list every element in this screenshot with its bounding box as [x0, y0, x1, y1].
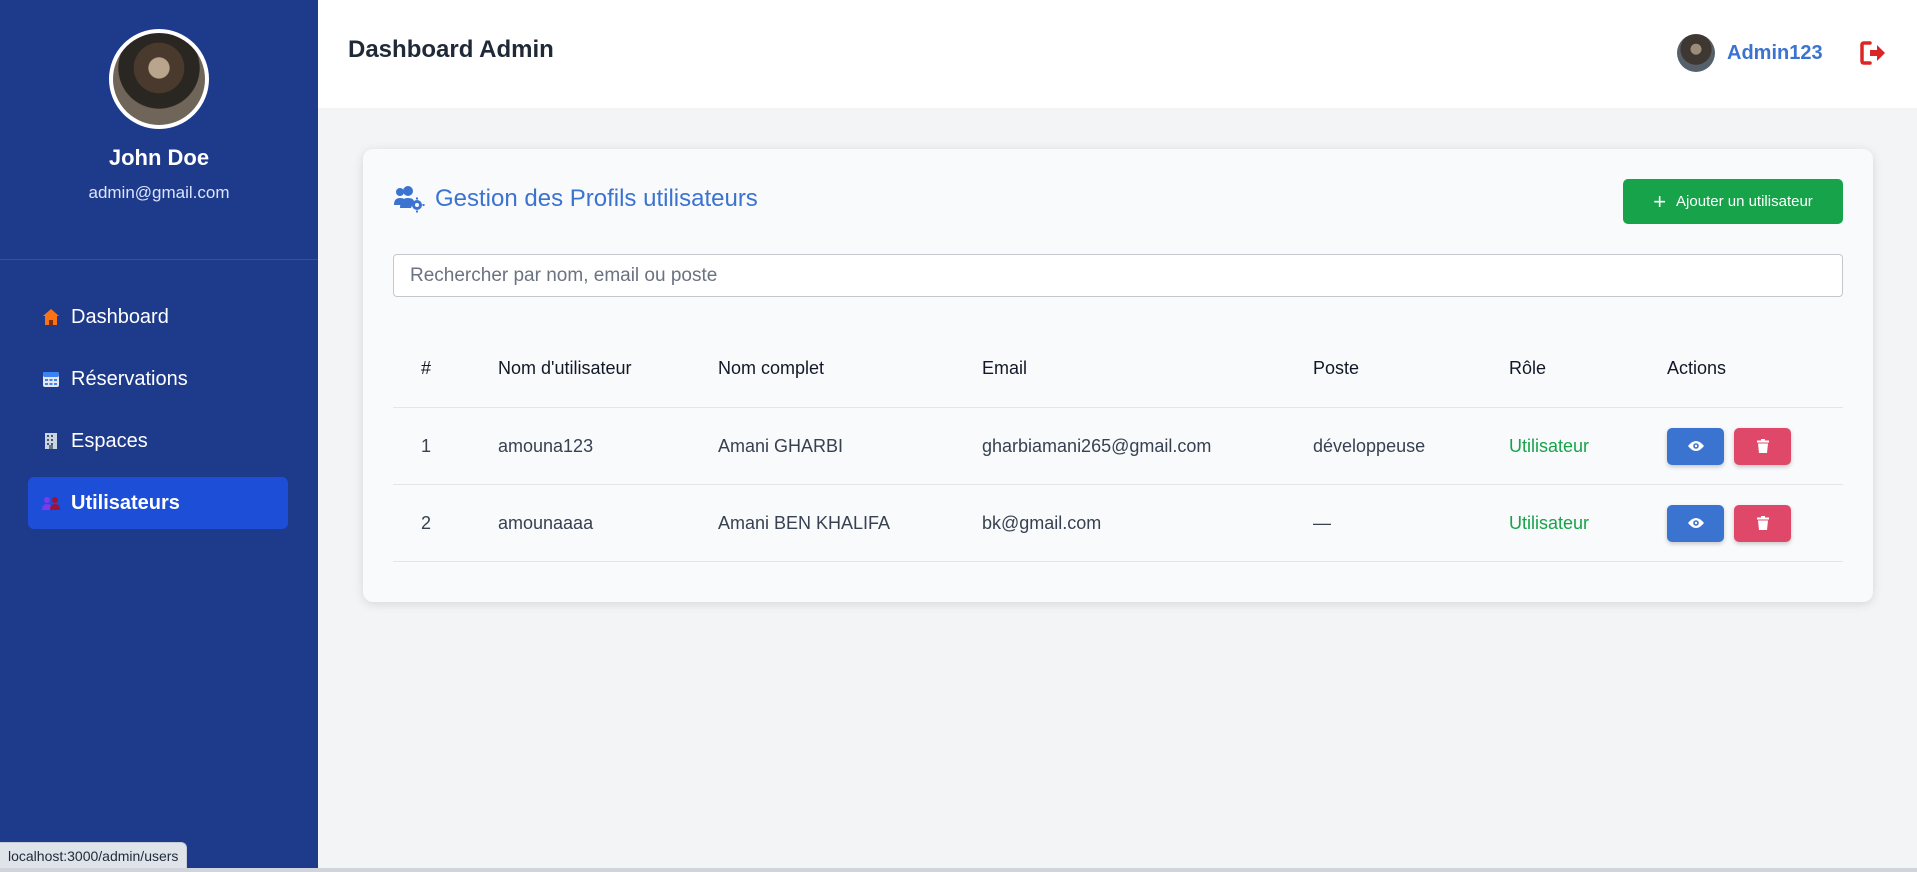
cell-username: amounaaaa — [498, 512, 594, 533]
trash-icon — [1756, 516, 1769, 530]
cell-id: 2 — [421, 512, 432, 533]
building-icon — [41, 432, 61, 450]
eye-icon — [1687, 518, 1704, 528]
table-row: 2 amounaaaa Amani BEN KHALIFA bk@gmail.c… — [393, 485, 1843, 562]
trash-icon — [1756, 439, 1769, 453]
cell-email: gharbiamani265@gmail.com — [982, 435, 1212, 456]
cell-poste: — — [1313, 512, 1331, 533]
sidebar-profile: John Doe admin@gmail.com — [0, 0, 318, 260]
house-icon — [41, 308, 61, 326]
cell-role: Utilisateur — [1509, 435, 1590, 456]
sidebar-item-label: Espaces — [71, 429, 148, 452]
table-row: 1 amouna123 Amani GHARBI gharbiamani265@… — [393, 408, 1843, 485]
profile-name: John Doe — [108, 145, 210, 170]
sidebar: John Doe admin@gmail.com Dashboard Réser… — [0, 0, 318, 868]
cell-fullname: Amani GHARBI — [718, 435, 844, 456]
delete-button[interactable] — [1734, 504, 1791, 542]
page-title: Dashboard Admin — [348, 36, 554, 63]
column-header: Nom complet — [718, 358, 825, 378]
sidebar-item-utilisateurs[interactable]: Utilisateurs — [28, 477, 288, 529]
eye-icon — [1687, 441, 1704, 451]
add-user-label: Ajouter un utilisateur — [1676, 193, 1813, 210]
topbar: Dashboard Admin Admin123 — [318, 0, 1917, 108]
add-user-button[interactable]: + Ajouter un utilisateur — [1623, 179, 1843, 224]
cell-actions — [1667, 485, 1801, 561]
users-icon — [41, 494, 61, 512]
card-header: Gestion des Profils utilisateurs — [393, 185, 758, 213]
view-button[interactable] — [1667, 427, 1724, 465]
cell-role: Utilisateur — [1509, 512, 1590, 533]
sidebar-item-dashboard[interactable]: Dashboard — [28, 291, 288, 343]
cell-fullname: Amani BEN KHALIFA — [718, 512, 891, 533]
table-header: # Nom d'utilisateur Nom complet Email Po… — [393, 330, 1843, 408]
cell-username: amouna123 — [498, 435, 594, 456]
sidebar-nav: Dashboard Réservations Espaces Utilisate… — [0, 260, 318, 529]
sidebar-item-reservations[interactable]: Réservations — [28, 353, 288, 405]
cell-actions — [1667, 408, 1801, 484]
column-header: Rôle — [1509, 358, 1547, 378]
sidebar-item-label: Réservations — [71, 367, 188, 390]
users-cog-icon — [393, 185, 425, 213]
status-bar-url: localhost:3000/admin/users — [0, 842, 188, 868]
cell-id: 1 — [421, 435, 432, 456]
column-header: # — [421, 358, 432, 378]
cell-email: bk@gmail.com — [982, 512, 1102, 533]
profile-avatar — [109, 29, 209, 129]
column-header: Actions — [1667, 358, 1727, 378]
view-button[interactable] — [1667, 504, 1724, 542]
delete-button[interactable] — [1734, 427, 1791, 465]
profile-email: admin@gmail.com — [88, 183, 230, 202]
sidebar-item-label: Utilisateurs — [71, 491, 180, 514]
calendar-icon — [41, 370, 61, 388]
card-title: Gestion des Profils utilisateurs — [435, 185, 758, 212]
column-header: Poste — [1313, 358, 1360, 378]
window-bottom-border — [0, 868, 1917, 872]
plus-icon: + — [1653, 188, 1667, 214]
column-header: Email — [982, 358, 1028, 378]
logout-icon[interactable] — [1859, 40, 1887, 66]
avatar — [1677, 34, 1715, 72]
sidebar-item-label: Dashboard — [71, 305, 169, 328]
users-table: # Nom d'utilisateur Nom complet Email Po… — [393, 330, 1843, 562]
user-menu[interactable]: Admin123 — [1677, 34, 1823, 72]
column-header: Nom d'utilisateur — [498, 358, 632, 378]
admin-username: Admin123 — [1727, 41, 1823, 64]
sidebar-item-espaces[interactable]: Espaces — [28, 415, 288, 467]
search-input[interactable] — [393, 254, 1843, 297]
cell-poste: développeuse — [1313, 435, 1426, 456]
users-card: Gestion des Profils utilisateurs + Ajout… — [363, 149, 1873, 602]
